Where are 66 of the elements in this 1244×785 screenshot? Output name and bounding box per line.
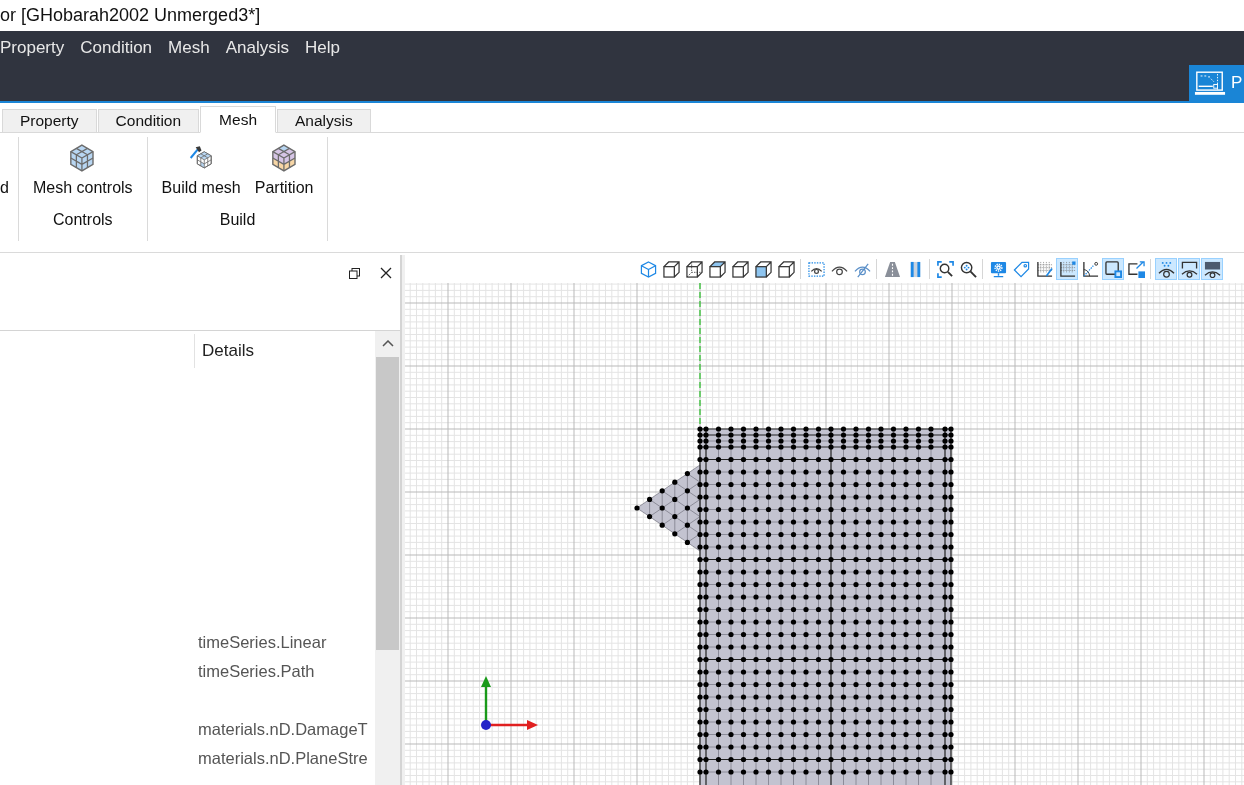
- angle-axes-icon: [1081, 260, 1099, 278]
- axis-triad-icon: [481, 676, 538, 730]
- ribbon-tab[interactable]: Mesh: [200, 106, 276, 133]
- menu-item[interactable]: Analysis: [225, 38, 289, 58]
- viewport-canvas[interactable]: [405, 283, 1244, 785]
- grid-icon: [1058, 260, 1076, 278]
- frame-arrow-icon: [1127, 260, 1145, 278]
- eye-dotted-frame-icon: [807, 260, 825, 278]
- toolbar-button[interactable]: [1178, 258, 1200, 280]
- scrollbar-thumb[interactable]: [376, 357, 399, 650]
- toolbar-button[interactable]: [706, 258, 728, 280]
- window-title: or [GHobarah2002 Unmerged3*]: [0, 5, 261, 26]
- cube-icon: [685, 260, 703, 278]
- chevron-up-icon[interactable]: [381, 340, 394, 347]
- details-cell: materials.nD.PlaneStre: [198, 749, 368, 768]
- cubes-icon: [70, 144, 96, 172]
- grid-pencil-icon: [1035, 260, 1053, 278]
- mode-button[interactable]: P: [1189, 65, 1244, 101]
- eye-box-icon: [1180, 260, 1198, 278]
- ribbon-button[interactable]: d: [0, 137, 9, 205]
- toolbar-button[interactable]: [660, 258, 682, 280]
- zoom-icon: [959, 260, 977, 278]
- details-cell: materials.nD.DamageT: [198, 720, 368, 739]
- ribbon-tab[interactable]: Condition: [97, 109, 200, 133]
- tag-icon: [1012, 260, 1030, 278]
- monitor-gear-icon: [989, 260, 1007, 278]
- ribbon-button[interactable]: Build mesh: [154, 137, 248, 205]
- toolbar-button[interactable]: [729, 258, 751, 280]
- close-icon[interactable]: [380, 267, 392, 279]
- eye-dots-icon: [1157, 260, 1175, 278]
- drawing-board-icon: [1194, 70, 1226, 96]
- scrollbar[interactable]: [375, 331, 400, 785]
- menu-item[interactable]: Property: [0, 38, 65, 58]
- toolbar-button[interactable]: [934, 258, 956, 280]
- details-cell: timeSeries.Path: [198, 662, 315, 681]
- frame-corner-icon: [1104, 260, 1122, 278]
- cube-icon: [708, 260, 726, 278]
- ribbon-button[interactable]: Partition: [247, 137, 321, 205]
- toolbar-button[interactable]: [1201, 258, 1223, 280]
- toolbar-button[interactable]: [775, 258, 797, 280]
- monitor-eye-icon: [1203, 260, 1221, 278]
- ribbon-tab[interactable]: Property: [2, 109, 97, 133]
- ribbon-button[interactable]: Mesh controls: [26, 137, 140, 205]
- ribbon-group-label: Controls: [53, 211, 113, 229]
- toolbar-button[interactable]: [1102, 258, 1124, 280]
- menu-item[interactable]: Help: [304, 38, 340, 58]
- road-icon: [883, 260, 901, 278]
- menu-item[interactable]: Mesh: [168, 38, 210, 58]
- ribbon-group-label: Build: [219, 211, 256, 229]
- details-cell: timeSeries.Linear: [198, 633, 327, 652]
- toolbar-button[interactable]: [1155, 258, 1177, 280]
- toolbar-button[interactable]: [683, 258, 705, 280]
- toolbar-button[interactable]: [1056, 258, 1078, 280]
- cube-icon: [754, 260, 772, 278]
- zoom-fit-icon: [936, 260, 954, 278]
- cube-icon: [662, 260, 680, 278]
- cube-hexagon-icon: [639, 260, 657, 278]
- ribbon-tab[interactable]: Analysis: [277, 109, 371, 133]
- cube-icon: [777, 260, 795, 278]
- restore-icon[interactable]: [349, 267, 360, 279]
- column-header[interactable]: Details: [195, 340, 254, 361]
- colored-cubes-icon: [271, 144, 297, 172]
- menu-item[interactable]: Condition: [80, 38, 153, 58]
- toolbar-button[interactable]: [752, 258, 774, 280]
- toolbar-button[interactable]: [1125, 258, 1147, 280]
- cube-icon: [731, 260, 749, 278]
